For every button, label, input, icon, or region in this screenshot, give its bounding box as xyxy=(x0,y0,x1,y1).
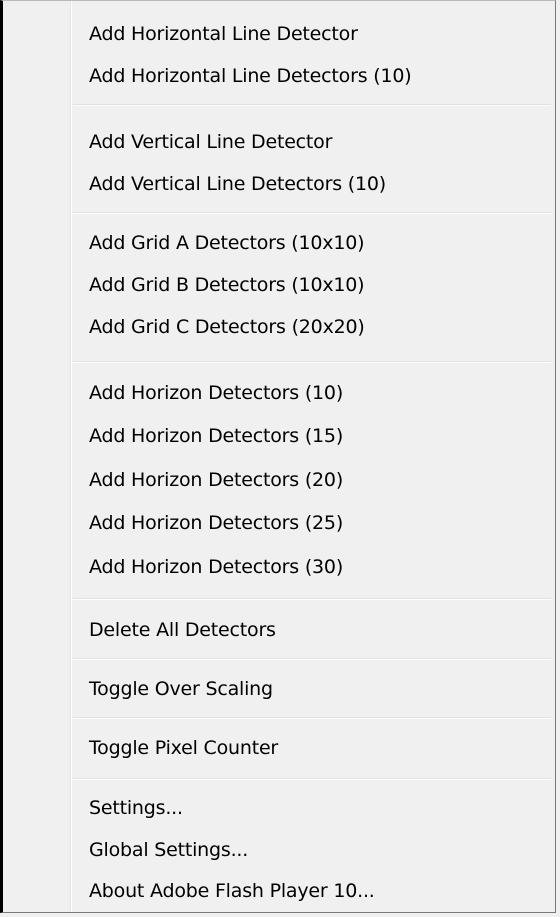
menu-item-add-horizon-detectors-10[interactable]: Add Horizon Detectors (10) xyxy=(89,373,343,413)
menu-separator xyxy=(73,104,551,106)
menu-separator xyxy=(73,212,551,214)
menu-item-add-horizon-detectors-25[interactable]: Add Horizon Detectors (25) xyxy=(89,503,343,543)
menu-separator xyxy=(73,778,551,780)
menu-item-add-grid-b-detectors[interactable]: Add Grid B Detectors (10x10) xyxy=(89,265,365,305)
menu-item-add-horizon-detectors-20[interactable]: Add Horizon Detectors (20) xyxy=(89,460,343,500)
menu-separator xyxy=(73,717,551,719)
menu-item-add-vertical-line-detector[interactable]: Add Vertical Line Detector xyxy=(89,122,332,162)
menu-gutter-divider xyxy=(70,1,72,912)
menu-item-add-grid-c-detectors[interactable]: Add Grid C Detectors (20x20) xyxy=(89,307,365,347)
menu-item-toggle-pixel-counter[interactable]: Toggle Pixel Counter xyxy=(89,728,278,768)
menu-item-add-vertical-line-detectors-10[interactable]: Add Vertical Line Detectors (10) xyxy=(89,164,386,204)
menu-item-toggle-over-scaling[interactable]: Toggle Over Scaling xyxy=(89,669,273,709)
menu-item-add-horizon-detectors-30[interactable]: Add Horizon Detectors (30) xyxy=(89,547,343,587)
menu-item-delete-all-detectors[interactable]: Delete All Detectors xyxy=(89,610,276,650)
menu-separator xyxy=(73,598,551,600)
menu-item-global-settings[interactable]: Global Settings... xyxy=(89,830,248,870)
menu-item-settings[interactable]: Settings... xyxy=(89,788,183,828)
menu-item-add-horizontal-line-detectors-10[interactable]: Add Horizontal Line Detectors (10) xyxy=(89,56,412,96)
context-menu: Add Horizontal Line Detector Add Horizon… xyxy=(0,0,556,913)
menu-separator xyxy=(73,658,551,660)
menu-item-add-grid-a-detectors[interactable]: Add Grid A Detectors (10x10) xyxy=(89,223,365,263)
menu-separator xyxy=(73,361,551,363)
menu-item-add-horizontal-line-detector[interactable]: Add Horizontal Line Detector xyxy=(89,14,358,54)
menu-item-about-flash-player[interactable]: About Adobe Flash Player 10... xyxy=(89,871,375,911)
menu-item-add-horizon-detectors-15[interactable]: Add Horizon Detectors (15) xyxy=(89,416,343,456)
